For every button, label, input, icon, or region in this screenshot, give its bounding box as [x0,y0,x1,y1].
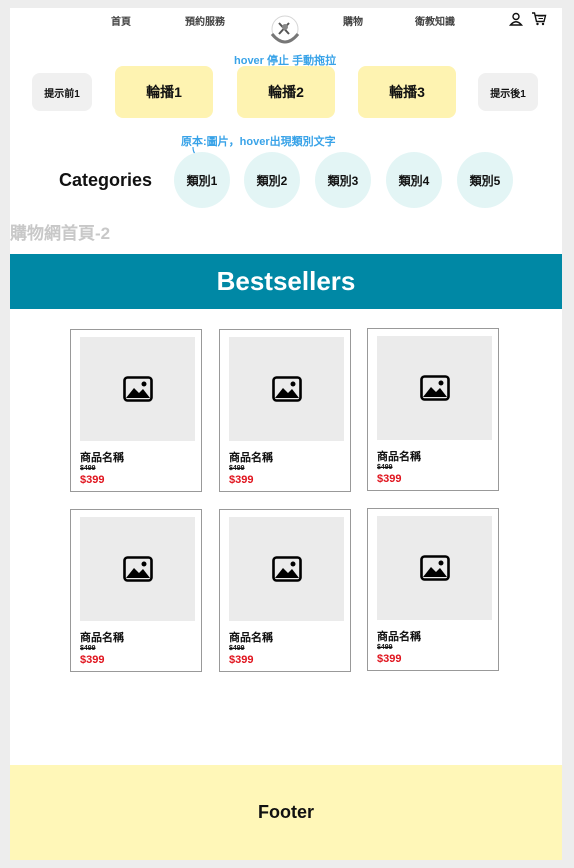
product-card[interactable]: 商品名稱 $499 $399 [367,328,499,491]
category-2[interactable]: 類別2 [244,152,300,208]
product-image-placeholder[interactable] [377,516,492,620]
product-image-placeholder[interactable] [229,337,344,441]
carousel-prev-button[interactable]: 提示前1 [32,73,92,111]
product-image-placeholder[interactable] [80,517,195,621]
product-old-price: $499 [229,645,245,652]
product-name[interactable]: 商品名稱 [229,629,273,645]
category-1[interactable]: 類別1 [174,152,230,208]
product-card[interactable]: 商品名稱 $499 $399 [219,509,351,672]
product-name[interactable]: 商品名稱 [80,629,124,645]
nav-item-shop[interactable]: 購物 [343,13,363,28]
nav-item-booking[interactable]: 預約服務 [185,13,225,28]
product-image-placeholder[interactable] [80,337,195,441]
product-old-price: $499 [377,464,393,471]
product-old-price: $499 [377,644,393,651]
category-5[interactable]: 類別5 [457,152,513,208]
image-icon [122,376,153,402]
image-icon [271,556,302,582]
categories-title: Categories [59,170,153,190]
image-icon [122,556,153,582]
image-icon [419,555,450,581]
product-old-price: $499 [80,465,96,472]
product-name[interactable]: 商品名稱 [80,449,124,465]
carousel-next-button[interactable]: 提示後1 [478,73,538,111]
logo[interactable] [262,14,308,52]
carousel-slide-3[interactable]: 輪播3 [358,66,456,118]
category-3[interactable]: 類別3 [315,152,371,208]
product-name[interactable]: 商品名稱 [377,448,421,464]
carousel-slide-2[interactable]: 輪播2 [237,66,335,118]
product-image-placeholder[interactable] [377,336,492,440]
user-icon[interactable] [508,12,524,26]
product-name[interactable]: 商品名稱 [229,449,273,465]
product-price: $399 [377,473,402,485]
product-card[interactable]: 商品名稱 $499 $399 [367,508,499,671]
bestsellers-banner: Bestsellers [10,254,562,309]
page-label: 購物網首頁-2 [10,224,111,243]
product-price: $399 [229,654,254,666]
nav-item-health[interactable]: 衛教知識 [415,13,455,28]
product-card[interactable]: 商品名稱 $499 $399 [219,329,351,492]
image-icon [419,375,450,401]
category-4[interactable]: 類別4 [386,152,442,208]
product-price: $399 [80,474,105,486]
product-image-placeholder[interactable] [229,517,344,621]
product-card[interactable]: 商品名稱 $499 $399 [70,509,202,672]
footer: Footer [10,765,562,860]
product-card[interactable]: 商品名稱 $499 $399 [70,329,202,492]
image-icon [271,376,302,402]
carousel-slide-1[interactable]: 輪播1 [115,66,213,118]
product-price: $399 [377,653,402,665]
nav-item-home[interactable]: 首頁 [111,13,131,28]
product-name[interactable]: 商品名稱 [377,628,421,644]
category-note: 原本:圖片，hover出現類別文字 [181,136,336,148]
cart-icon[interactable] [531,12,547,26]
product-old-price: $499 [80,645,96,652]
product-price: $399 [80,654,105,666]
logo-icon [270,15,300,44]
product-old-price: $499 [229,465,245,472]
product-price: $399 [229,474,254,486]
